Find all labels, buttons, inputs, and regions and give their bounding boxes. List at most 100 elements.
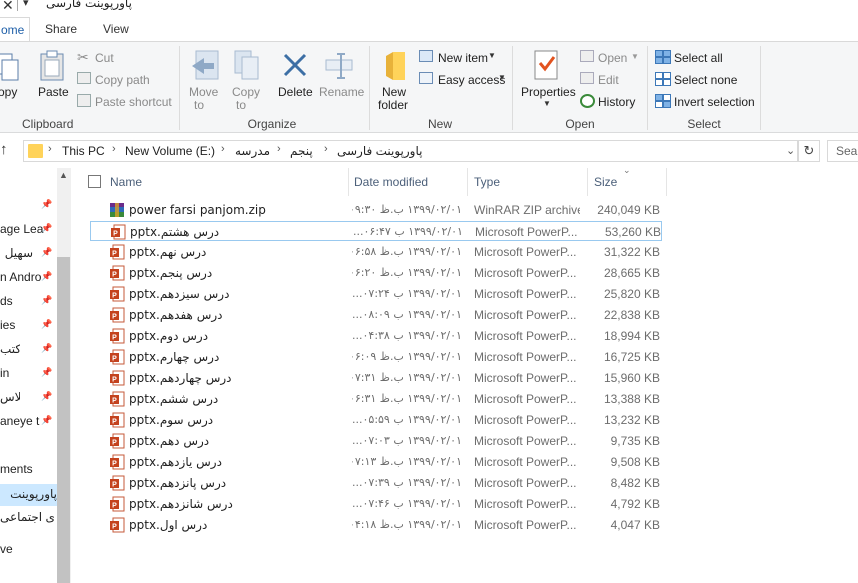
pptx-icon: P: [110, 328, 125, 344]
svg-text:P: P: [112, 503, 117, 510]
close-icon[interactable]: ✕: [2, 0, 14, 14]
nav-item[interactable]: سهیل: [0, 246, 33, 260]
nav-item[interactable]: کلاس: [0, 390, 20, 404]
file-row[interactable]: P درس چهاردهم.pptx ۱۳۹۹/۰۲/۰۱ ب.ظ ۰۷:۳۱ Mic…: [90, 368, 662, 388]
column-size[interactable]: Size: [594, 175, 617, 189]
file-size: 13,232 KB: [603, 413, 660, 427]
file-row[interactable]: P درس سوم.pptx ۱۳۹۹/۰۲/۰۱ ب ۰۵:۵۹... Micros…: [90, 410, 662, 430]
file-name: درس چهارم.pptx: [129, 350, 220, 364]
file-date-modified: ۱۳۹۹/۰۲/۰۱ ب ۰۷:۰۳...: [352, 434, 462, 447]
quick-access-dropdown-icon[interactable]: ▾: [23, 0, 29, 9]
up-arrow-icon[interactable]: ↑: [0, 141, 8, 158]
svg-text:P: P: [112, 314, 117, 321]
refresh-button[interactable]: ↻: [798, 140, 820, 162]
file-size: 4,047 KB: [610, 518, 660, 532]
file-row[interactable]: P درس پنجم.pptx ۱۳۹۹/۰۲/۰۱ ب.ظ ۰۶:۲۰ Micros…: [90, 263, 662, 283]
breadcrumb-panjom[interactable]: پنجم: [290, 144, 313, 158]
chevron-down-icon: ▼: [498, 73, 506, 82]
file-row[interactable]: P درس هفدهم.pptx ۱۳۹۹/۰۲/۰۱ ب ۰۸:۰۹... Micr…: [90, 305, 662, 325]
breadcrumb-new-volume[interactable]: New Volume (E:): [125, 144, 215, 158]
paste-shortcut-label: Paste shortcut: [95, 95, 172, 109]
nav-item[interactable]: ments: [0, 462, 52, 476]
sort-descending-icon: ⌄: [623, 165, 631, 175]
nav-item[interactable]: کتب: [0, 342, 20, 356]
svg-text:P: P: [112, 377, 117, 384]
pptx-icon: P: [110, 349, 125, 365]
file-name: درس ششم.pptx: [129, 392, 219, 406]
chevron-right-icon[interactable]: ›: [48, 143, 52, 155]
svg-text:P: P: [112, 419, 117, 426]
column-date-modified[interactable]: Date modified: [354, 175, 428, 189]
tab-share[interactable]: Share: [45, 17, 77, 42]
file-row[interactable]: P درس چهارم.pptx ۱۳۹۹/۰۲/۰۱ ب.ظ ۰۶:۰۹ Micro…: [90, 347, 662, 367]
breadcrumb-this-pc[interactable]: This PC: [62, 144, 105, 158]
nav-scrollbar-thumb[interactable]: [57, 257, 70, 583]
pptx-icon: P: [110, 475, 125, 491]
file-row[interactable]: P درس اول.pptx ۱۳۹۹/۰۲/۰۱ ب.ظ ۰۴:۱۸ Microso…: [90, 515, 662, 535]
nav-item[interactable]: ای اجتماعی: [0, 510, 56, 524]
file-row[interactable]: P درس پانزدهم.pptx ۱۳۹۹/۰۲/۰۱ ب ۰۷:۳۹... Mi…: [90, 473, 662, 493]
svg-text:P: P: [112, 251, 117, 258]
svg-text:P: P: [112, 440, 117, 447]
file-row[interactable]: P درس هشتم.pptx ۱۳۹۹/۰۲/۰۱ ب ۰۶:۴۷... Micro…: [90, 221, 662, 241]
pin-icon: 📌: [41, 415, 53, 425]
tab-home[interactable]: ome: [0, 17, 30, 42]
column-divider[interactable]: [587, 168, 588, 196]
pptx-icon: P: [110, 517, 125, 533]
select-none-label: Select none: [674, 73, 738, 87]
select-all-checkbox[interactable]: [88, 175, 101, 188]
file-row[interactable]: P درس سیزدهم.pptx ۱۳۹۹/۰۲/۰۱ ب ۰۷:۲۴... Mic…: [90, 284, 662, 304]
file-row[interactable]: P درس نهم.pptx ۱۳۹۹/۰۲/۰۱ ب.ظ ۰۶:۵۸... Micr…: [90, 242, 662, 262]
properties-icon: [534, 50, 558, 80]
chevron-down-icon[interactable]: ⌄: [786, 144, 795, 157]
file-type: Microsoft PowerP...: [474, 392, 577, 406]
file-row[interactable]: P درس ششم.pptx ۱۳۹۹/۰۲/۰۱ ب.ظ ۰۶:۳۱ Microso…: [90, 389, 662, 409]
address-bar[interactable]: › This PC › New Volume (E:) › مدرسه › پن…: [23, 140, 798, 162]
column-divider[interactable]: [666, 168, 667, 196]
file-row[interactable]: P درس یازدهم.pptx ۱۳۹۹/۰۲/۰۱ ب.ظ ۰۷:۱۳ Micr…: [90, 452, 662, 472]
breadcrumb-madreseh[interactable]: مدرسه: [235, 144, 270, 158]
chevron-right-icon[interactable]: ›: [277, 143, 281, 155]
breadcrumb-current-folder[interactable]: پاورپوینت فارسی: [337, 144, 422, 158]
file-date-modified: ۱۳۹۹/۰۲/۰۱ ب.ظ ۰۴:۱۸: [352, 518, 462, 531]
properties-label: Properties: [521, 85, 576, 99]
nav-item[interactable]: ve: [0, 542, 52, 556]
column-divider[interactable]: [467, 168, 468, 196]
file-type: Microsoft PowerP...: [474, 350, 577, 364]
pptx-icon: P: [110, 286, 125, 302]
clipboard-group-label: Clipboard: [22, 117, 74, 131]
new-item-icon: [419, 50, 433, 62]
scroll-up-icon[interactable]: ▲: [59, 170, 68, 180]
file-row[interactable]: P درس دوم.pptx ۱۳۹۹/۰۲/۰۱ ب ۰۴:۳۸... Micros…: [90, 326, 662, 346]
file-size: 28,665 KB: [603, 266, 660, 280]
file-row[interactable]: P درس شانزدهم.pptx ۱۳۹۹/۰۲/۰۱ ب ۰۷:۴۶... Mi…: [90, 494, 662, 514]
file-date-modified: ۱۳۹۹/۰۲/۰۱ ب ۰۷:۳۹...: [352, 476, 462, 489]
chevron-down-icon: ▼: [488, 51, 496, 60]
column-name[interactable]: Name: [110, 175, 142, 189]
file-size: 9,508 KB: [610, 455, 660, 469]
chevron-right-icon[interactable]: ›: [112, 143, 116, 155]
copy-label: opy: [0, 85, 18, 99]
column-type[interactable]: Type: [474, 175, 500, 189]
paste-icon: [40, 50, 64, 81]
column-divider[interactable]: [348, 168, 349, 196]
paste-label: Paste: [38, 85, 69, 99]
file-name: درس چهاردهم.pptx: [129, 371, 232, 385]
group-divider: [179, 46, 180, 130]
chevron-right-icon[interactable]: ›: [221, 143, 225, 155]
tab-view[interactable]: View: [103, 17, 129, 42]
search-input[interactable]: Sear: [827, 140, 858, 162]
chevron-right-icon[interactable]: ›: [324, 143, 328, 155]
file-row[interactable]: P درس دهم.pptx ۱۳۹۹/۰۲/۰۱ ب ۰۷:۰۳... Micros…: [90, 431, 662, 451]
select-none-icon: [655, 72, 671, 86]
nav-item[interactable]: aneye tp: [0, 414, 40, 428]
file-type: Microsoft PowerP...: [474, 287, 577, 301]
pptx-icon: P: [111, 224, 126, 240]
file-name: درس سوم.pptx: [129, 413, 214, 427]
nav-item-selected[interactable]: پاورپوینت: [0, 484, 57, 506]
file-row[interactable]: power farsi panjom.zip ۱۳۹۹/۰۲/۰۱ ب.ظ ۰۹:…: [90, 200, 662, 220]
file-type: Microsoft PowerP...: [474, 308, 577, 322]
pptx-icon: P: [110, 496, 125, 512]
pptx-icon: P: [110, 412, 125, 428]
open-icon: [580, 50, 594, 62]
